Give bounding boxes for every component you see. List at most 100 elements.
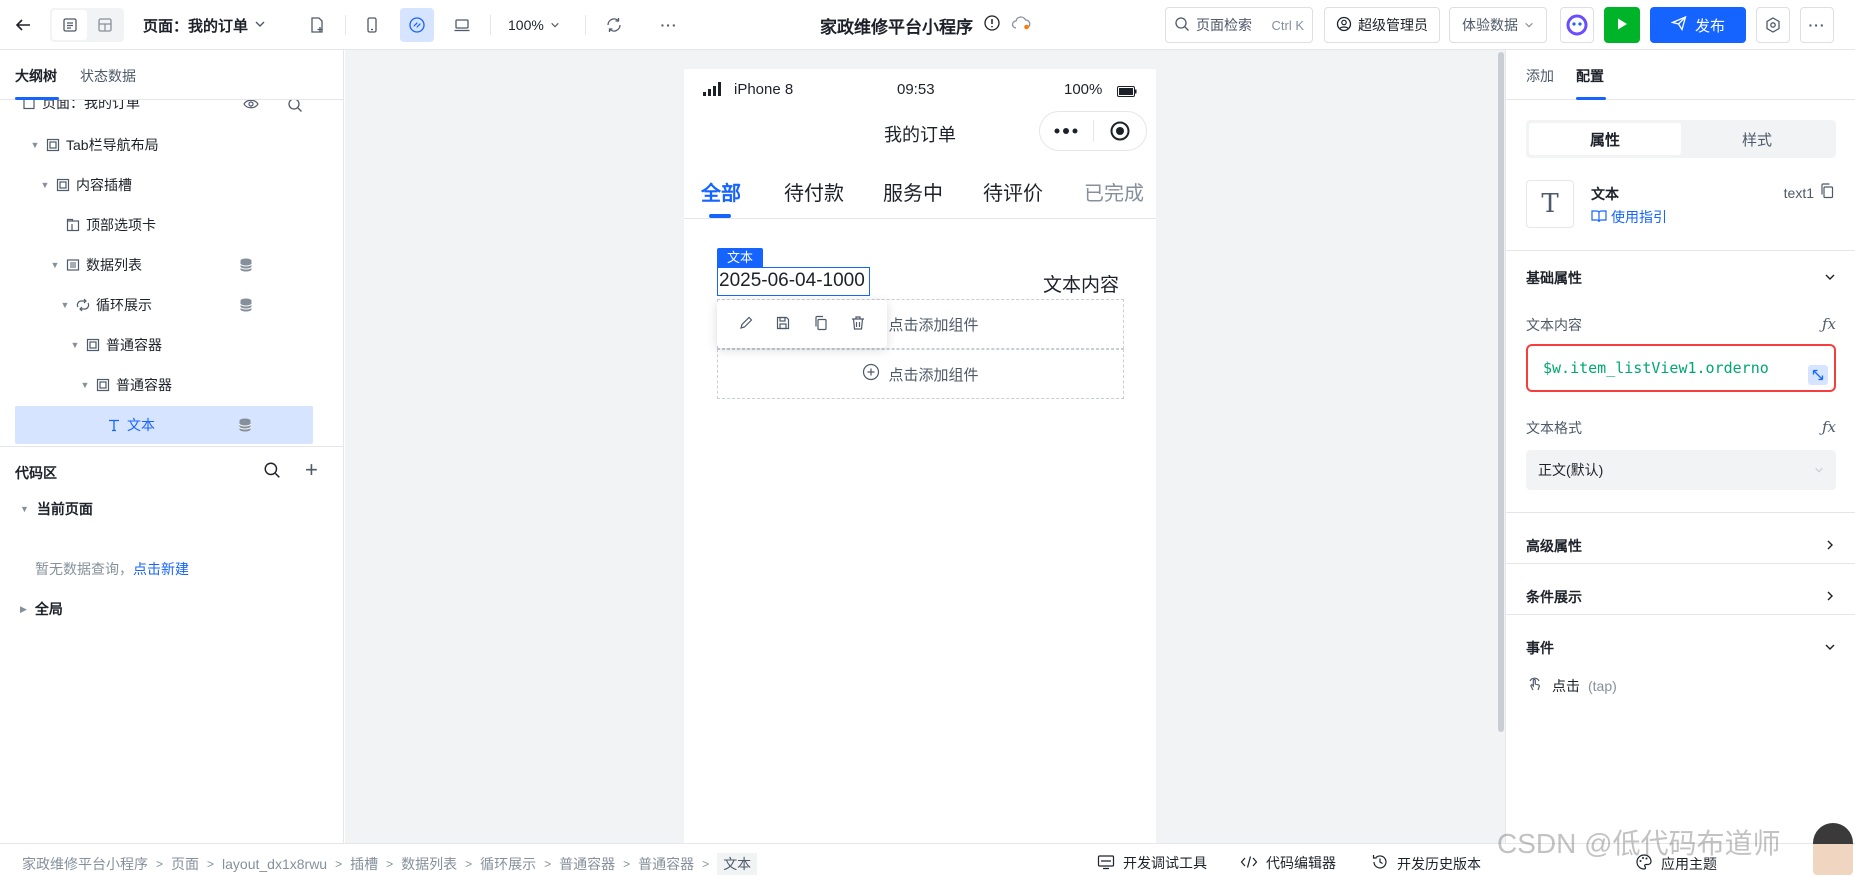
tab-outline-tree[interactable]: 大纲树 <box>15 66 57 86</box>
breadcrumb-item[interactable]: 循环展示 <box>480 854 536 874</box>
text-format-select[interactable]: 正文(默认) <box>1526 450 1836 490</box>
tab-state-data[interactable]: 状态数据 <box>80 66 136 86</box>
caret-right-icon[interactable]: ▶ <box>20 604 27 615</box>
watermark-text: CSDN @低代码布道师 <box>1497 828 1781 859</box>
breadcrumb-item[interactable]: 数据列表 <box>401 854 457 874</box>
caret-down-icon[interactable]: ▼ <box>58 300 72 310</box>
layout-view-icon[interactable] <box>87 10 122 40</box>
run-preview-button[interactable] <box>1604 7 1640 43</box>
tree-node-loop[interactable]: ▼ 循环展示 <box>58 286 344 324</box>
caret-down-icon[interactable]: ▼ <box>38 180 52 190</box>
breadcrumb-item[interactable]: 插槽 <box>350 854 378 874</box>
tab-pending-payment[interactable]: 待付款 <box>784 177 844 206</box>
breadcrumb-item[interactable]: 普通容器 <box>559 854 615 874</box>
page-selector[interactable]: 页面：我的订单 <box>143 8 266 42</box>
canvas-scrollbar[interactable] <box>1498 52 1504 732</box>
add-icon[interactable]: + <box>305 457 318 483</box>
data-mode-select[interactable]: 体验数据 <box>1449 7 1547 43</box>
capsule-more-icon[interactable] <box>1040 128 1093 134</box>
tab-completed[interactable]: 已完成 <box>1084 177 1144 206</box>
tree-node-data-list[interactable]: ▼ 数据列表 <box>48 246 344 284</box>
copy-icon[interactable] <box>1820 183 1834 202</box>
section-basic-props[interactable]: 基础属性 <box>1526 268 1836 288</box>
fx-formula-icon[interactable]: ƒx <box>1822 315 1836 335</box>
eye-icon[interactable] <box>243 100 259 114</box>
pc-device-icon[interactable] <box>445 8 479 42</box>
tabs-icon <box>64 216 82 234</box>
cloud-sync-icon[interactable] <box>1011 14 1031 37</box>
tab-config[interactable]: 配置 <box>1576 66 1604 86</box>
database-icon <box>239 257 253 276</box>
ai-assistant-icon[interactable] <box>1560 7 1594 43</box>
usage-guide-link[interactable]: 使用指引 <box>1591 207 1667 227</box>
caret-down-icon[interactable]: ▼ <box>48 260 62 270</box>
view-mode-toggle <box>50 8 124 42</box>
code-current-page[interactable]: ▼ 当前页面 <box>20 499 93 519</box>
expand-editor-icon[interactable] <box>1808 365 1828 385</box>
search-icon[interactable] <box>287 100 303 116</box>
breadcrumb-item[interactable]: 文本 <box>717 853 758 875</box>
tab-pending-review[interactable]: 待评价 <box>983 177 1043 206</box>
tree-node-text-selected[interactable]: 文本 <box>15 406 313 444</box>
caret-down-icon[interactable]: ▼ <box>68 340 82 350</box>
tree-node-container-1[interactable]: ▼ 普通容器 <box>68 326 344 364</box>
container-icon <box>94 376 112 394</box>
miniprogram-device-icon[interactable] <box>400 8 434 42</box>
right-panel: 添加 配置 属性 样式 T 文本 使用指引 text1 基础属性 文本内容 ƒx… <box>1505 50 1855 843</box>
breadcrumb-item[interactable]: 家政维修平台小程序 <box>22 854 148 874</box>
tree-node-label: Tab栏导航布局 <box>66 137 159 153</box>
breadcrumb-item[interactable]: 页面 <box>171 854 199 874</box>
fx-formula-icon[interactable]: ƒx <box>1822 418 1836 438</box>
more-options-icon[interactable]: ··· <box>652 8 686 42</box>
settings-icon[interactable] <box>1756 7 1790 43</box>
tab-add[interactable]: 添加 <box>1526 66 1554 86</box>
caret-down-icon[interactable]: ▼ <box>20 504 29 514</box>
zoom-select[interactable]: 100% <box>508 8 560 42</box>
outline-view-icon[interactable] <box>52 10 87 40</box>
dev-tools-button[interactable]: 开发调试工具 <box>1097 853 1207 873</box>
section-events[interactable]: 事件 <box>1526 638 1836 658</box>
add-component-zone[interactable]: 点击添加组件 <box>717 349 1124 399</box>
capsule-close-icon[interactable] <box>1093 121 1146 141</box>
tree-node-container-2[interactable]: ▼ 普通容器 <box>78 366 344 404</box>
text-content-expression-input[interactable]: $w.item_listView1.orderno <box>1526 344 1836 392</box>
section-advanced-props[interactable]: 高级属性 <box>1526 536 1836 556</box>
code-editor-button[interactable]: 代码编辑器 <box>1240 853 1336 873</box>
mobile-device-icon[interactable] <box>355 8 389 42</box>
new-page-icon[interactable] <box>300 8 334 42</box>
text-placeholder[interactable]: 文本内容 <box>1043 270 1119 297</box>
tree-node-tab-layout[interactable]: ▼ Tab栏导航布局 <box>28 126 326 164</box>
info-icon[interactable] <box>983 14 1001 37</box>
copy-icon[interactable] <box>813 315 829 334</box>
history-button[interactable]: 开发历史版本 <box>1371 853 1481 874</box>
segment-style[interactable]: 样式 <box>1681 123 1833 155</box>
edit-pencil-icon[interactable] <box>738 315 754 334</box>
page-search-input[interactable]: 页面检索 Ctrl K <box>1165 7 1313 43</box>
selected-text-component[interactable]: 2025-06-04-1000 <box>717 267 870 296</box>
tree-node-label: 页面：我的订单 <box>42 100 140 111</box>
delete-trash-icon[interactable] <box>850 315 866 334</box>
caret-down-icon[interactable]: ▼ <box>28 140 42 150</box>
tab-all[interactable]: 全部 <box>701 177 741 206</box>
role-button[interactable]: 超级管理员 <box>1324 7 1440 43</box>
publish-button[interactable]: 发布 <box>1650 7 1746 43</box>
breadcrumb-item[interactable]: 普通容器 <box>638 854 694 874</box>
more-menu-icon[interactable]: ··· <box>1800 7 1834 43</box>
tree-node-page[interactable]: 页面：我的订单 <box>20 100 318 122</box>
breadcrumb-item[interactable]: layout_dx1x8rwu <box>222 856 327 872</box>
event-click[interactable]: 点击 (tap) <box>1526 675 1617 696</box>
create-query-link[interactable]: 点击新建 <box>133 561 189 577</box>
code-editor-label: 代码编辑器 <box>1266 855 1336 871</box>
code-global[interactable]: ▶ 全局 <box>20 599 63 619</box>
tree-node-top-tabs[interactable]: 顶部选项卡 <box>64 206 344 244</box>
section-conditional[interactable]: 条件展示 <box>1526 587 1836 607</box>
search-icon[interactable] <box>263 461 281 482</box>
caret-down-icon[interactable]: ▼ <box>78 380 92 390</box>
tree-node-content-slot[interactable]: ▼ 内容插槽 <box>38 166 336 204</box>
left-panel: 大纲树 状态数据 页面：我的订单 ▼ Tab栏导航布局 ▼ 内容插槽 顶部选项卡… <box>0 50 344 843</box>
back-arrow-icon[interactable] <box>6 8 40 42</box>
tab-in-service[interactable]: 服务中 <box>883 177 943 206</box>
segment-properties[interactable]: 属性 <box>1529 123 1681 155</box>
refresh-icon[interactable] <box>597 8 631 42</box>
save-icon[interactable] <box>775 315 791 334</box>
